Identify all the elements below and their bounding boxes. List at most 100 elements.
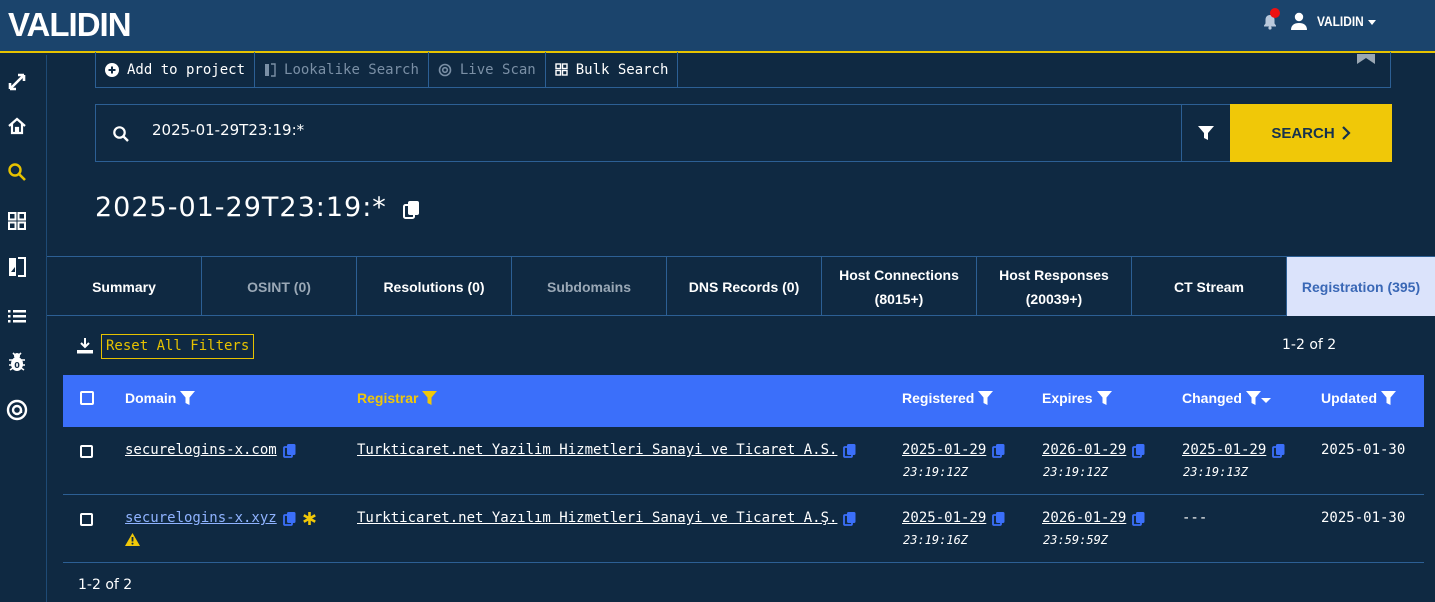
filter-icon[interactable]	[1096, 391, 1112, 405]
row-checkbox[interactable]	[80, 513, 93, 526]
domain-link[interactable]: securelogins-x.xyz	[125, 510, 277, 526]
registered-cell: 2025-01-29	[902, 510, 1005, 526]
copy-icon[interactable]	[282, 443, 296, 458]
copy-icon[interactable]	[1272, 443, 1285, 458]
tab-osint[interactable]: OSINT (0)	[202, 257, 357, 316]
copy-icon[interactable]	[843, 511, 856, 526]
col-domain[interactable]: Domain	[125, 390, 196, 406]
copy-icon[interactable]	[1132, 511, 1145, 526]
col-expires[interactable]: Expires	[1042, 390, 1112, 406]
expires-time: 23:59:59Z	[1043, 533, 1109, 547]
home-icon[interactable]	[6, 115, 28, 137]
top-bar: VALIDIN VALIDIN	[0, 0, 1435, 53]
domain-link[interactable]: securelogins-x.com	[125, 442, 277, 458]
tab-host-responses[interactable]: Host Responses (20039+)	[977, 257, 1132, 316]
copy-icon[interactable]	[282, 511, 296, 526]
changed-cell: ---	[1182, 510, 1208, 526]
expand-icon[interactable]	[6, 71, 28, 93]
updated-cell: 2025-01-30	[1321, 442, 1406, 458]
reset-filters-button[interactable]: Reset All Filters	[101, 334, 255, 359]
at-icon[interactable]	[6, 399, 28, 421]
col-registered[interactable]: Registered	[902, 390, 994, 406]
bulk-search-label: Bulk Search	[575, 61, 669, 78]
search-nav-icon[interactable]	[6, 161, 28, 183]
domain-cell: securelogins-x.xyz	[125, 510, 317, 526]
tab-label: Subdomains	[546, 278, 631, 295]
registrar-link[interactable]: Turkticaret.net Yazılım Hizmetleri Sanay…	[357, 510, 837, 526]
copy-icon[interactable]	[992, 443, 1005, 458]
tab-label: DNS Records (0)	[688, 278, 800, 295]
tab-label: Registration (395)	[1301, 278, 1421, 295]
col-changed[interactable]: Changed	[1182, 390, 1271, 406]
col-registrar[interactable]: Registrar	[357, 390, 438, 406]
col-label: Updated	[1321, 390, 1377, 406]
filter-icon[interactable]	[180, 391, 196, 405]
registrar-cell: Turkticaret.net Yazilim Hizmetleri Sanay…	[357, 442, 856, 458]
bug-icon[interactable]: 0	[6, 351, 28, 373]
registrar-link[interactable]: Turkticaret.net Yazilim Hizmetleri Sanay…	[357, 442, 837, 458]
tab-host-connections[interactable]: Host Connections (8015+)	[822, 257, 977, 316]
tab-dns-records[interactable]: DNS Records (0)	[667, 257, 822, 316]
list-icon[interactable]	[6, 305, 28, 327]
user-icon[interactable]	[1291, 12, 1307, 30]
expires-cell: 2026-01-29	[1042, 442, 1145, 458]
tab-ct-stream[interactable]: CT Stream	[1132, 257, 1287, 316]
copy-icon[interactable]	[1132, 443, 1145, 458]
lookalike-search-button[interactable]: Lookalike Search	[255, 52, 429, 87]
select-all-checkbox[interactable]	[80, 391, 94, 405]
tab-count: (8015+)	[874, 290, 924, 307]
filter-icon[interactable]	[1245, 391, 1261, 405]
filter-icon[interactable]	[1381, 391, 1396, 405]
tab-summary[interactable]: Summary	[47, 257, 202, 316]
updated-cell: 2025-01-30	[1321, 510, 1406, 526]
action-toolbar: Add to project Lookalike Search Live Sca…	[95, 52, 1391, 88]
registered-date[interactable]: 2025-01-29	[902, 442, 986, 458]
table-row: securelogins-x.xyz Turkticaret.net Yazıl…	[63, 495, 1424, 563]
chevron-down-icon[interactable]	[1368, 20, 1376, 25]
pagination-count-bottom: 1-2 of 2	[78, 577, 133, 593]
col-updated[interactable]: Updated	[1321, 390, 1396, 406]
expires-date[interactable]: 2026-01-29	[1042, 510, 1126, 526]
registered-cell: 2025-01-29	[902, 442, 1005, 458]
row-checkbox[interactable]	[80, 445, 93, 458]
tab-label: Summary	[92, 278, 156, 295]
sort-desc-icon[interactable]	[1260, 398, 1271, 404]
tab-subdomains[interactable]: Subdomains	[512, 257, 667, 316]
tab-label: Host Responses	[999, 266, 1109, 283]
tab-resolutions[interactable]: Resolutions (0)	[357, 257, 512, 316]
copy-icon[interactable]	[843, 443, 856, 458]
tab-label: CT Stream	[1173, 278, 1245, 295]
grid-icon[interactable]	[6, 210, 28, 232]
col-label: Domain	[125, 390, 177, 406]
at-icon	[438, 63, 452, 76]
table-header: Domain Registrar Registered Expires Chan…	[63, 375, 1424, 427]
search-button[interactable]: SEARCH	[1230, 104, 1392, 162]
changed-date[interactable]: 2025-01-29	[1182, 442, 1266, 458]
validin-logo[interactable]: VALIDIN	[8, 8, 132, 41]
col-label: Registrar	[357, 390, 419, 406]
copy-icon[interactable]	[403, 200, 420, 219]
page-title: 2025-01-29T23:19:*	[95, 192, 387, 223]
notification-badge	[1270, 8, 1280, 18]
live-scan-button[interactable]: Live Scan	[429, 52, 546, 87]
lookalike-icon[interactable]	[6, 256, 28, 278]
registered-time: 23:19:12Z	[903, 465, 969, 479]
user-menu[interactable]: VALIDIN	[1317, 13, 1364, 29]
search-filter-button[interactable]	[1181, 104, 1231, 162]
changed-cell: 2025-01-29	[1182, 442, 1285, 458]
add-to-project-label: Add to project	[127, 61, 246, 78]
search-input[interactable]	[152, 121, 1052, 139]
filter-icon[interactable]	[978, 391, 994, 405]
registered-date[interactable]: 2025-01-29	[902, 510, 986, 526]
tab-registration[interactable]: Registration (395)	[1287, 257, 1435, 316]
copy-icon[interactable]	[992, 511, 1005, 526]
download-icon[interactable]	[76, 337, 94, 355]
expires-date[interactable]: 2026-01-29	[1042, 442, 1126, 458]
add-to-project-button[interactable]: Add to project	[96, 52, 256, 87]
tab-label: Host Connections	[839, 266, 959, 283]
filter-icon	[1197, 126, 1214, 140]
expires-time: 23:19:12Z	[1043, 465, 1109, 479]
bulk-search-button[interactable]: Bulk Search	[546, 52, 679, 87]
filter-icon[interactable]	[422, 391, 438, 405]
lookalike-icon	[265, 62, 276, 77]
